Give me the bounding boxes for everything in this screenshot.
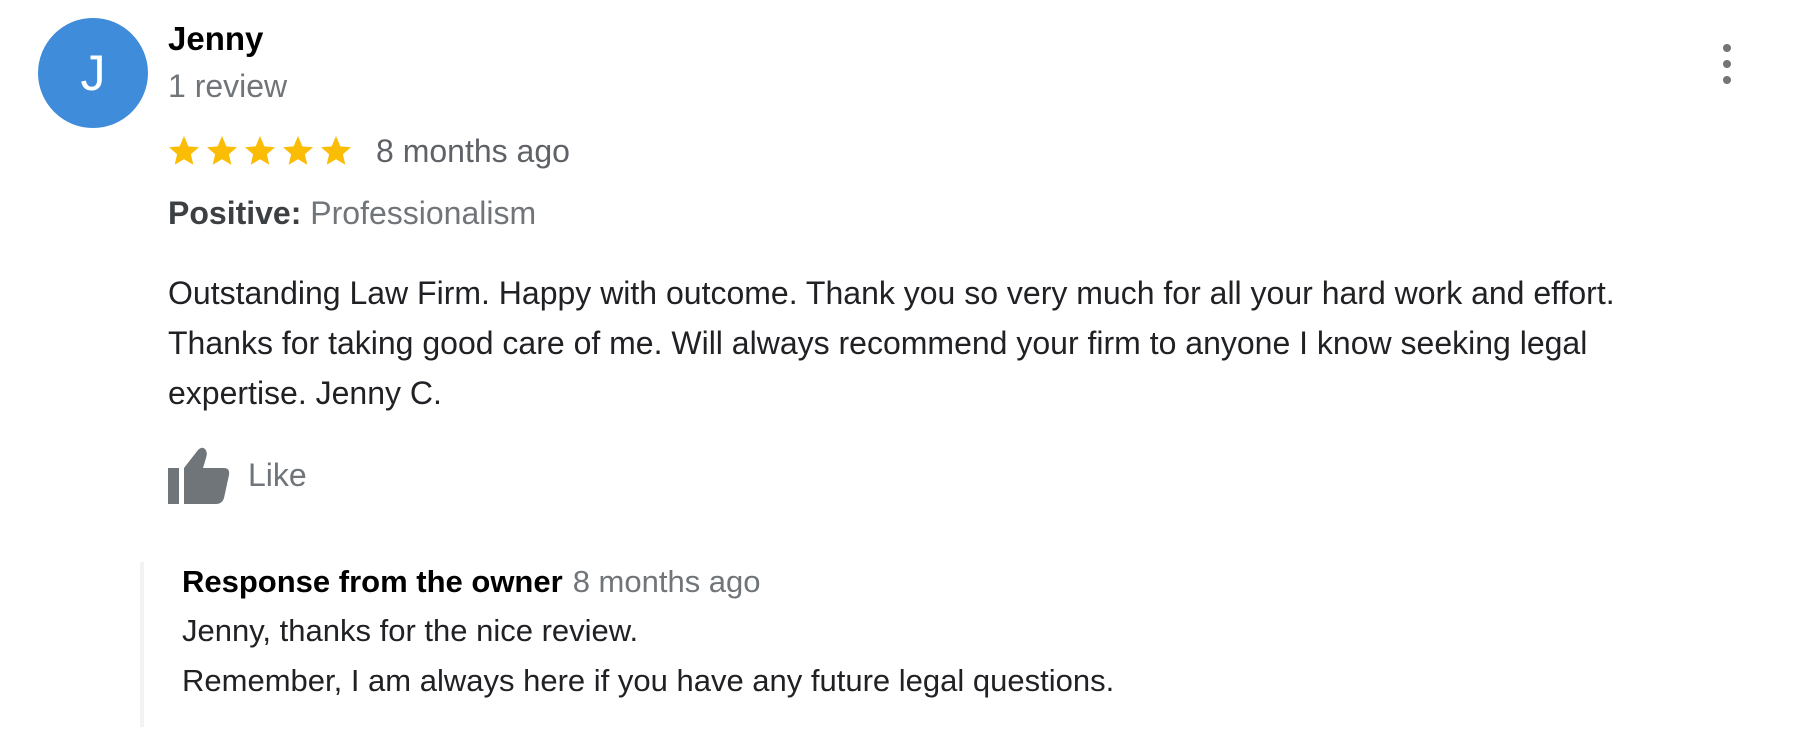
more-vert-icon	[1723, 44, 1731, 52]
owner-response: Response from the owner 8 months ago Jenn…	[140, 562, 1540, 727]
owner-response-header: Response from the owner 8 months ago	[182, 562, 1540, 602]
avatar[interactable]: J	[38, 18, 148, 128]
owner-response-text: Jenny, thanks for the nice review. Remem…	[182, 613, 1115, 698]
star-icon	[283, 136, 313, 165]
owner-response-title: Response from the owner	[182, 564, 563, 599]
star-icon	[245, 136, 275, 165]
review-highlight: Positive: Professionalism	[168, 195, 536, 232]
highlight-value: Professionalism	[310, 195, 537, 231]
more-options-button[interactable]	[1712, 40, 1742, 88]
star-icon	[169, 136, 199, 165]
reviewer-name[interactable]: Jenny	[168, 20, 263, 58]
owner-response-time: 8 months ago	[572, 564, 761, 599]
review-time: 8 months ago	[376, 132, 570, 169]
star-icon	[321, 136, 351, 165]
highlight-label: Positive:	[168, 195, 302, 231]
thumbs-up-icon	[168, 447, 230, 504]
star-rating	[166, 133, 354, 169]
review-text: Outstanding Law Firm. Happy with outcome…	[168, 275, 1615, 411]
like-button[interactable]: Like	[168, 446, 307, 504]
rating-row: 8 months ago	[166, 128, 570, 174]
review-count[interactable]: 1 review	[168, 68, 287, 105]
like-label: Like	[248, 456, 307, 493]
avatar-letter: J	[80, 45, 106, 101]
star-icon	[207, 136, 237, 165]
